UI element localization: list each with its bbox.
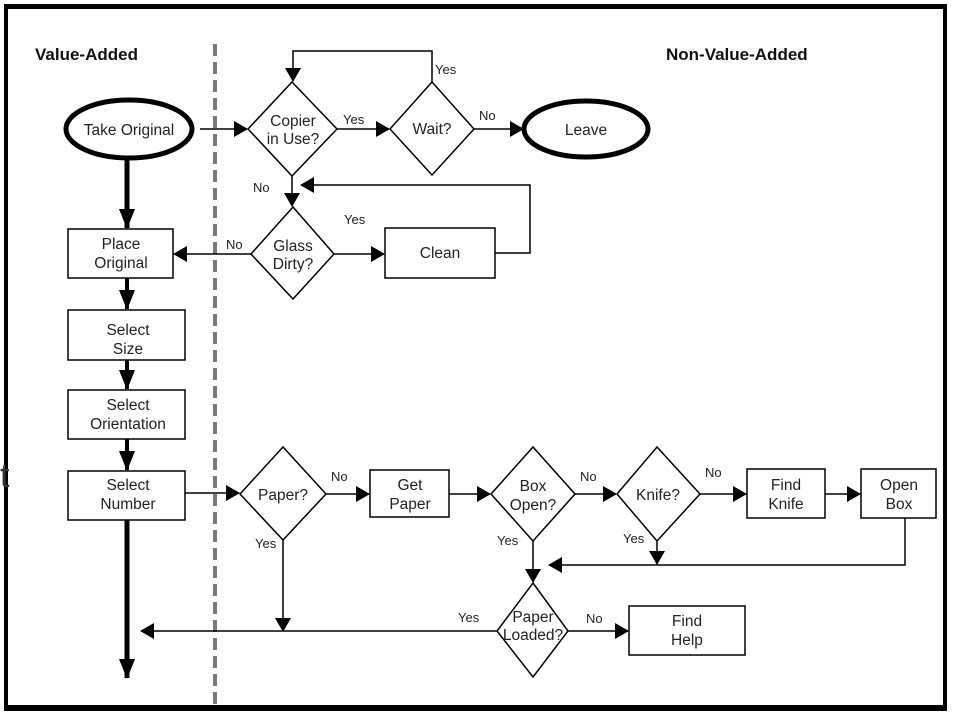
flowchart: Value-Added Non-Value-Added t Take Origi…: [0, 44, 937, 706]
node-take-original: Take Original: [63, 97, 195, 161]
label-knife-yes: Yes: [623, 531, 645, 546]
node-open-box: Open Box: [860, 468, 937, 519]
label-boxopen-no: No: [580, 469, 597, 484]
node-find-knife: Find Knife: [746, 468, 826, 519]
node-place-original: Place Original: [67, 228, 174, 279]
node-glass-dirty: Glass Dirty?: [249, 205, 336, 301]
node-knife: Knife?: [616, 445, 702, 543]
label-boxopen-yes: Yes: [497, 533, 519, 548]
node-label: Original: [94, 255, 147, 272]
label-paper-yes: Yes: [255, 536, 277, 551]
node-label: Help: [671, 632, 703, 649]
arrow-wait-yes-loop: [285, 50, 433, 82]
label-wait-yes: Yes: [435, 62, 457, 77]
node-label: Box: [520, 478, 547, 495]
label-wait-no: No: [479, 108, 496, 123]
node-label: Loaded?: [503, 627, 564, 644]
node-label: Take Original: [84, 122, 174, 139]
node-label: Paper?: [258, 487, 308, 504]
stray-text: t: [0, 457, 10, 495]
node-label: Select: [106, 397, 150, 414]
arrow-openbox-return: [548, 518, 906, 573]
node-leave: Leave: [521, 98, 651, 160]
node-label: Box: [886, 496, 913, 513]
node-label: Open: [880, 477, 918, 494]
node-select-number: Select Number: [67, 470, 186, 521]
label-paper-no: No: [331, 469, 348, 484]
node-paper-loaded: Paper Loaded?: [496, 581, 569, 679]
node-label: Dirty?: [273, 256, 314, 273]
node-label: Copier: [270, 113, 316, 130]
label-paperloaded-no: No: [586, 611, 603, 626]
node-label: Size: [113, 341, 143, 358]
node-label: Find: [672, 613, 702, 630]
node-label: Glass: [273, 238, 313, 255]
node-label: Get: [398, 477, 424, 494]
node-get-paper: Get Paper: [369, 469, 450, 518]
node-select-size: Select Size: [67, 309, 186, 361]
header-non-value-added: Non-Value-Added: [666, 45, 808, 64]
node-label: Knife?: [636, 487, 680, 504]
node-label: Paper: [512, 609, 553, 626]
node-label: Find: [771, 477, 801, 494]
node-label: Place: [102, 236, 141, 253]
node-label: Number: [100, 496, 155, 513]
label-glass-no: No: [226, 237, 243, 252]
node-label: Paper: [389, 496, 430, 513]
node-select-orientation: Select Orientation: [67, 389, 186, 440]
node-label: Orientation: [90, 416, 166, 433]
node-copier-in-use: Copier in Use?: [246, 80, 339, 178]
node-label: Open?: [510, 497, 557, 514]
node-label: Select: [106, 477, 150, 494]
node-label: Knife: [768, 496, 803, 513]
node-box-open: Box Open?: [489, 445, 577, 543]
node-label: Leave: [565, 122, 607, 139]
node-find-help: Find Help: [628, 605, 746, 656]
node-paper: Paper?: [238, 445, 328, 542]
label-paperloaded-yes: Yes: [458, 610, 480, 625]
label-copier-no: No: [253, 180, 270, 195]
header-value-added: Value-Added: [35, 45, 138, 64]
label-knife-no: No: [705, 465, 722, 480]
label-copier-yes: Yes: [343, 112, 365, 127]
node-label: in Use?: [267, 131, 320, 148]
node-label: Clean: [420, 245, 461, 262]
label-glass-yes: Yes: [344, 212, 366, 227]
node-label: Wait?: [412, 121, 451, 138]
node-wait: Wait?: [388, 80, 476, 177]
node-label: Select: [106, 322, 150, 339]
node-clean: Clean: [384, 227, 496, 279]
